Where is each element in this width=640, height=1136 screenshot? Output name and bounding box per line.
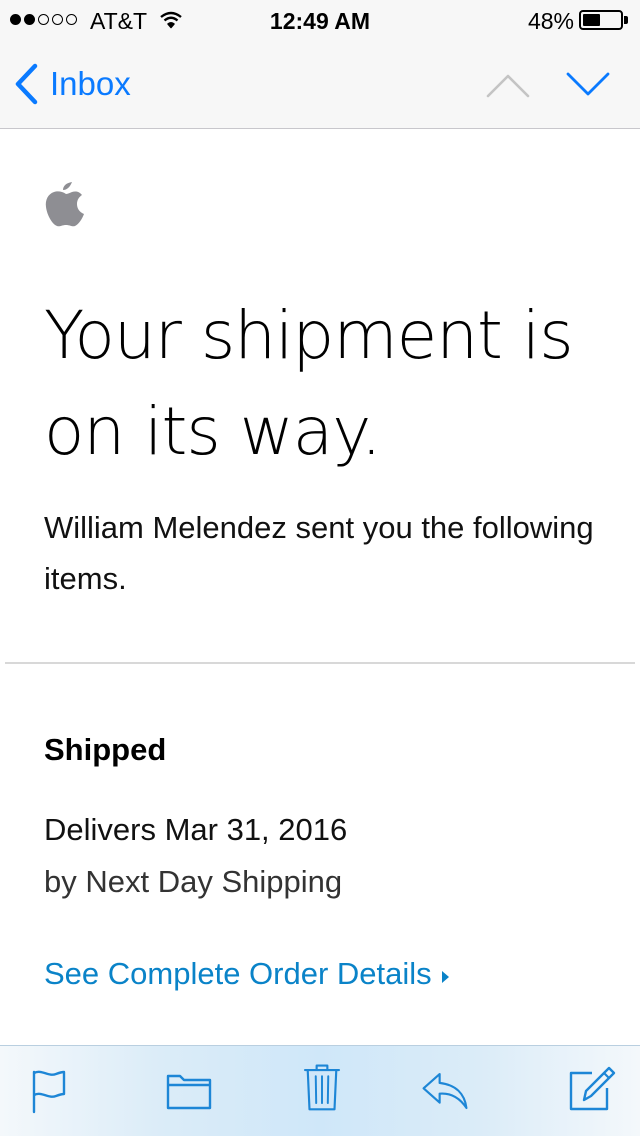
status-bar: AT&T 12:49 AM 48% — [0, 0, 640, 40]
caret-right-icon — [441, 971, 449, 983]
battery-percentage: 48% — [527, 8, 574, 34]
email-intro-text: William Melendez sent you the following … — [44, 510, 594, 596]
back-button-label: Inbox — [50, 65, 131, 102]
mail-nav-bar: Inbox — [0, 40, 640, 129]
battery-level-fill — [583, 14, 600, 26]
trash-icon[interactable] — [297, 1062, 347, 1112]
email-headline: Your shipment is on its way. — [44, 297, 574, 470]
compose-icon[interactable] — [566, 1064, 616, 1114]
order-details-link-label: See Complete Order Details — [44, 956, 432, 991]
battery-body — [579, 10, 623, 30]
chevron-down-icon[interactable] — [566, 68, 610, 102]
back-to-inbox-button[interactable]: Inbox — [14, 62, 131, 106]
mail-toolbar — [0, 1045, 640, 1136]
chevron-up-icon[interactable] — [486, 68, 530, 102]
order-details-link[interactable]: See Complete Order Details — [44, 950, 449, 998]
apple-logo-icon — [45, 182, 84, 227]
folder-icon[interactable] — [164, 1066, 214, 1116]
reply-icon[interactable] — [420, 1066, 470, 1116]
chevron-left-icon — [15, 63, 38, 105]
flag-icon[interactable] — [24, 1066, 74, 1116]
shipment-status-heading: Shipped — [44, 732, 167, 767]
delivery-date: Delivers Mar 31, 2016 — [44, 812, 348, 847]
battery-icon — [579, 10, 631, 32]
battery-tip — [624, 16, 628, 24]
section-divider — [5, 662, 635, 664]
shipping-method: by Next Day Shipping — [44, 864, 343, 899]
